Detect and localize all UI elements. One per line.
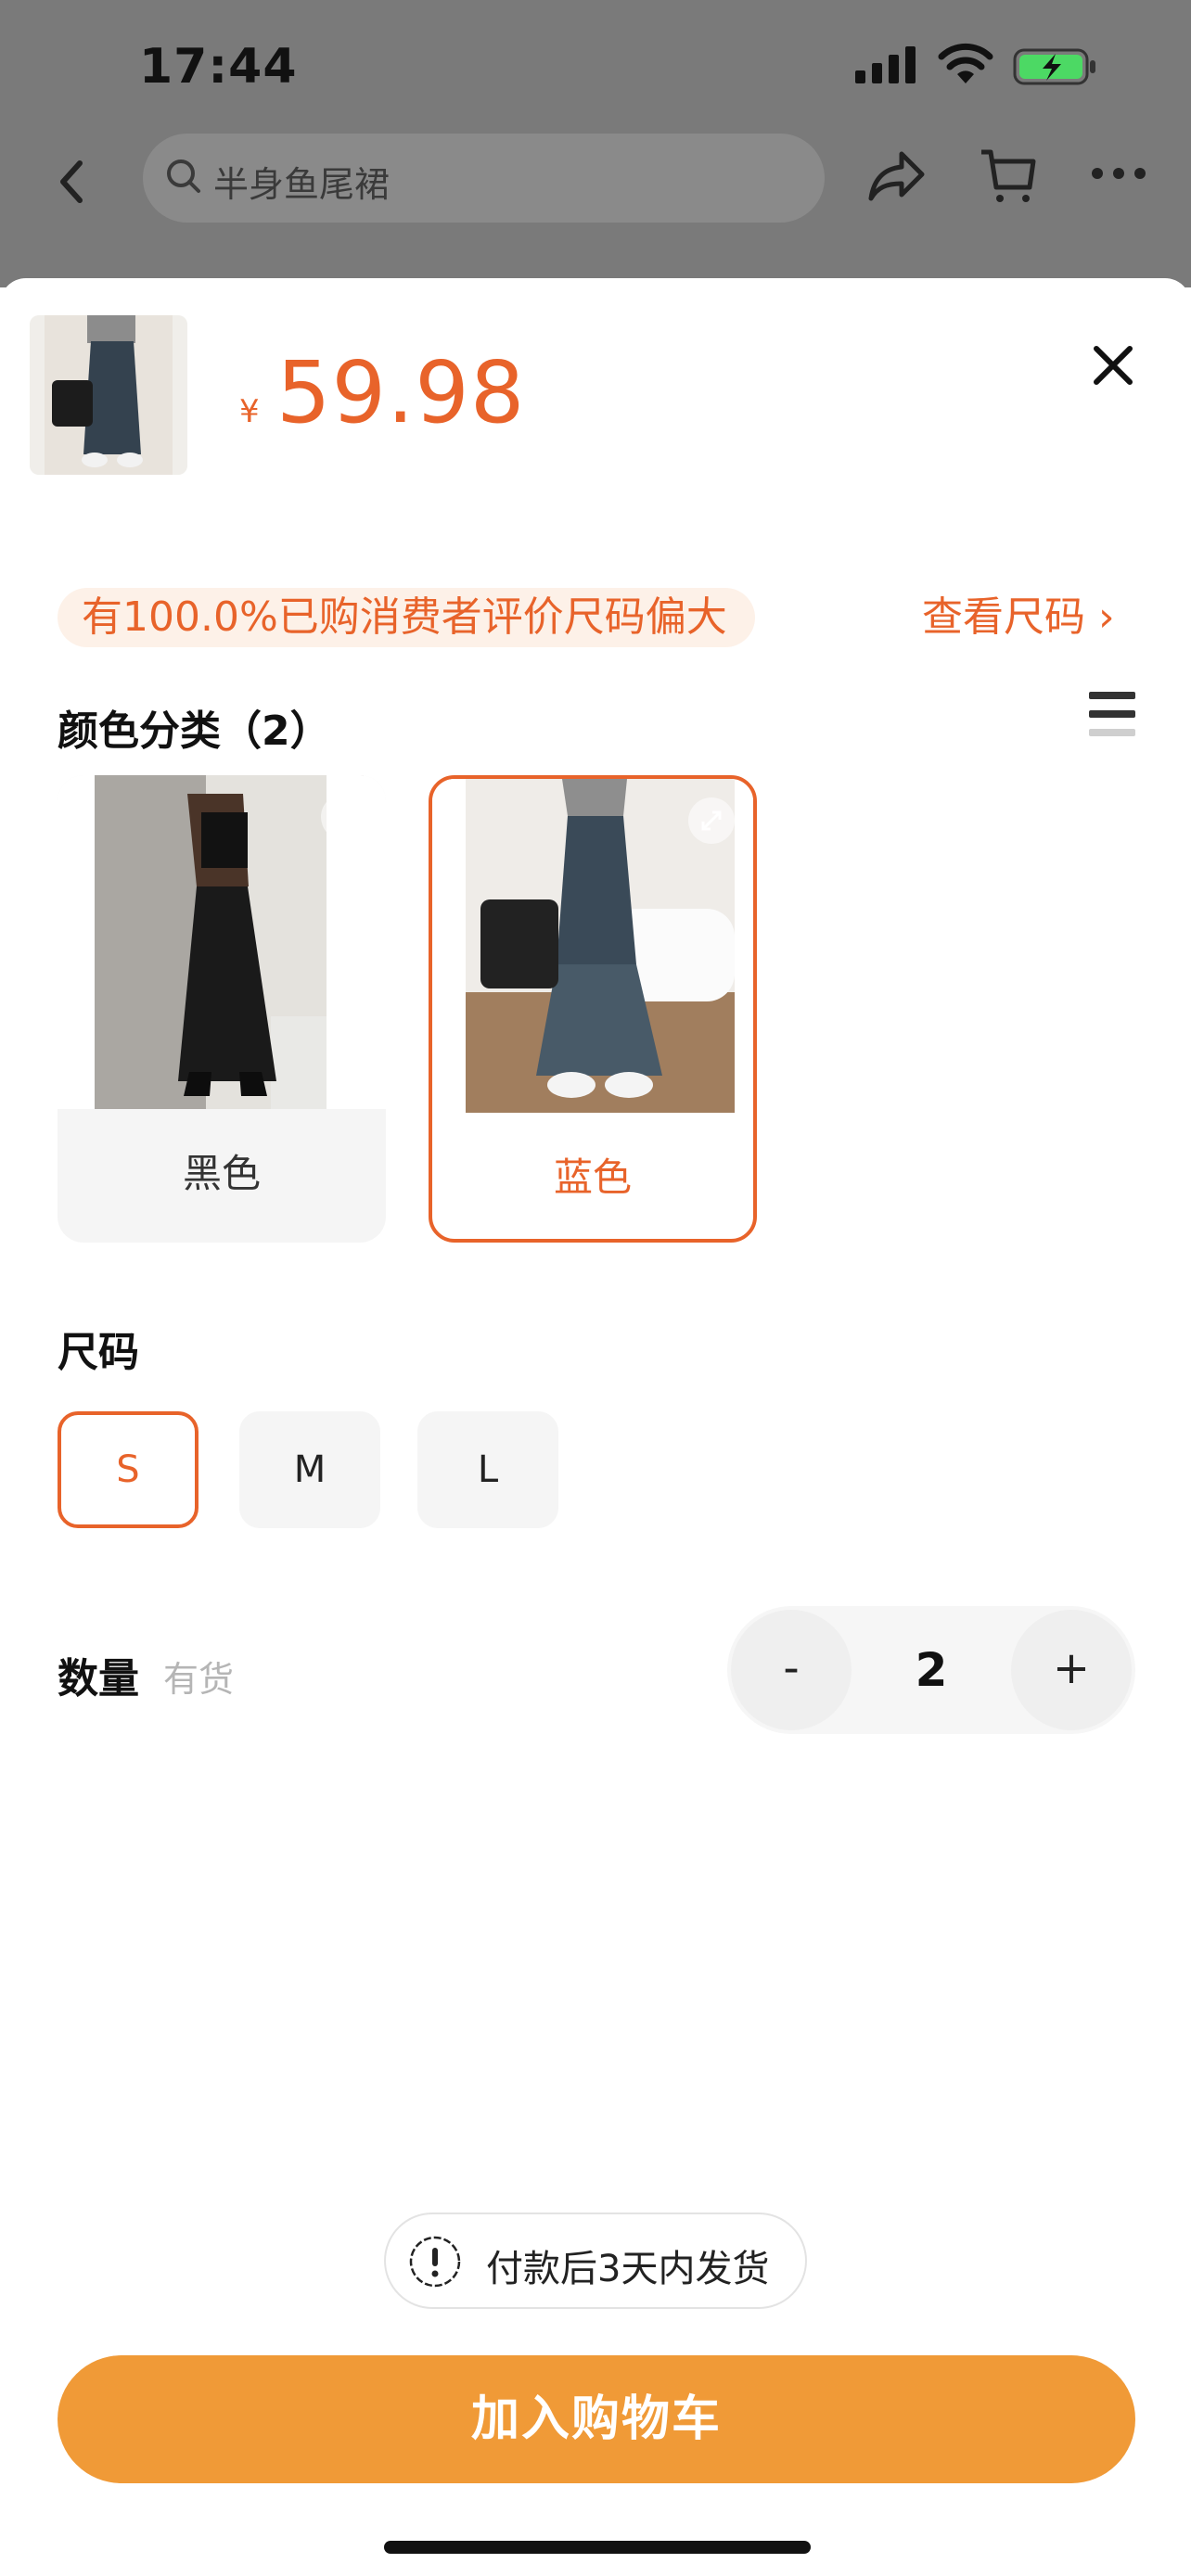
quantity-stepper: - 2 + xyxy=(727,1606,1135,1734)
cellular-signal-icon xyxy=(855,46,916,83)
color-option-label: 黑色 xyxy=(182,1151,261,1196)
list-view-icon[interactable] xyxy=(1089,690,1135,738)
cart-icon[interactable] xyxy=(978,145,1039,206)
sku-selector-sheet: ¥ 59.98 有100.0%已购消费者评价尺码偏大 查看尺码 › 颜色分类（2… xyxy=(0,278,1191,2576)
size-option-m[interactable]: M xyxy=(239,1411,380,1528)
size-option-l[interactable]: L xyxy=(417,1411,558,1528)
color-option-blue[interactable]: 蓝色 xyxy=(429,775,757,1243)
status-time: 17:44 xyxy=(139,39,298,95)
search-icon xyxy=(167,159,200,193)
color-option-label: 蓝色 xyxy=(553,1154,632,1200)
price-currency-symbol: ¥ xyxy=(239,393,260,430)
size-feedback-hint: 有100.0%已购消费者评价尺码偏大 xyxy=(58,588,755,647)
quantity-value[interactable]: 2 xyxy=(866,1606,996,1734)
size-option-s[interactable]: S xyxy=(58,1411,198,1528)
search-input[interactable]: 半身鱼尾裙 xyxy=(143,134,825,223)
back-arrow-icon[interactable] xyxy=(52,154,89,210)
stock-status: 有货 xyxy=(163,1659,235,1700)
shipping-notice: 付款后3天内发货 xyxy=(384,2213,807,2309)
decrease-quantity-button[interactable]: - xyxy=(731,1610,852,1730)
size-section-title: 尺码 xyxy=(58,1329,139,1376)
status-bar: 17:44 xyxy=(0,0,1191,139)
color-option-image xyxy=(58,775,386,1109)
color-option-black[interactable]: 黑色 xyxy=(58,775,386,1243)
wifi-icon xyxy=(938,43,993,83)
quantity-label: 数量 xyxy=(58,1655,139,1702)
background-top-bar: 半身鱼尾裙 xyxy=(0,130,1191,232)
more-options-icon[interactable] xyxy=(1091,167,1146,180)
expand-image-icon[interactable] xyxy=(688,797,735,844)
share-icon[interactable] xyxy=(866,147,928,204)
product-price: 59.98 xyxy=(276,343,526,442)
battery-charging-icon xyxy=(1013,48,1095,85)
view-size-chart-link[interactable]: 查看尺码 › xyxy=(922,588,1115,647)
color-option-image xyxy=(432,779,753,1113)
expand-image-icon[interactable] xyxy=(321,794,367,840)
shipping-notice-text: 付款后3天内发货 xyxy=(486,2248,770,2290)
background-page-overlay[interactable]: 17:44 半身鱼尾裙 xyxy=(0,0,1191,287)
add-to-cart-button[interactable]: 加入购物车 xyxy=(58,2355,1135,2483)
increase-quantity-button[interactable]: + xyxy=(1011,1610,1132,1730)
close-icon[interactable] xyxy=(1087,339,1139,391)
product-thumbnail-image xyxy=(30,315,187,475)
product-thumbnail[interactable] xyxy=(30,315,187,475)
home-indicator[interactable] xyxy=(384,2541,811,2554)
exclamation-circle-icon xyxy=(409,2236,461,2288)
color-section-title: 颜色分类（2） xyxy=(58,708,331,755)
search-placeholder: 半身鱼尾裙 xyxy=(213,164,391,205)
